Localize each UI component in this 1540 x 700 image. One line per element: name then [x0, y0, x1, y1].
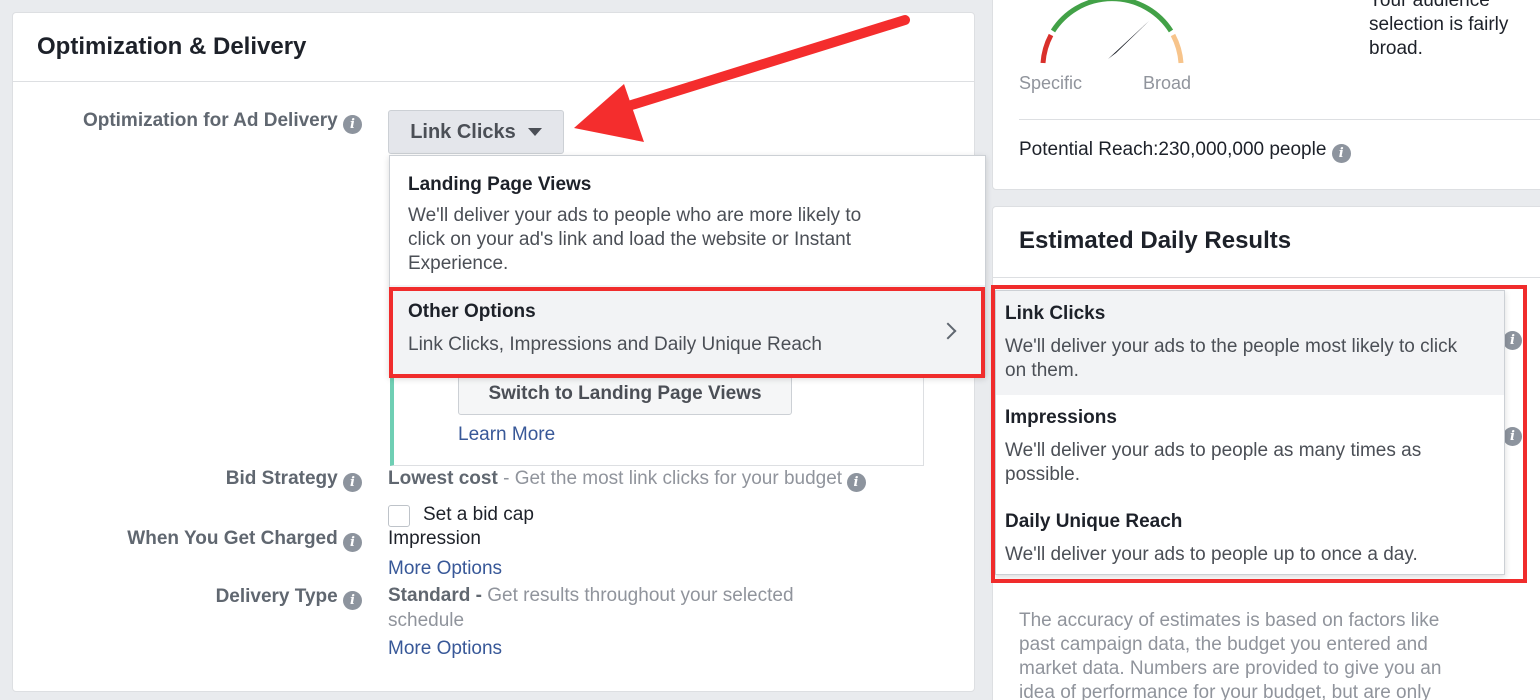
arrow-shaft: [617, 15, 910, 113]
annotation-arrow: [574, 15, 910, 142]
arrow-head: [574, 84, 644, 142]
